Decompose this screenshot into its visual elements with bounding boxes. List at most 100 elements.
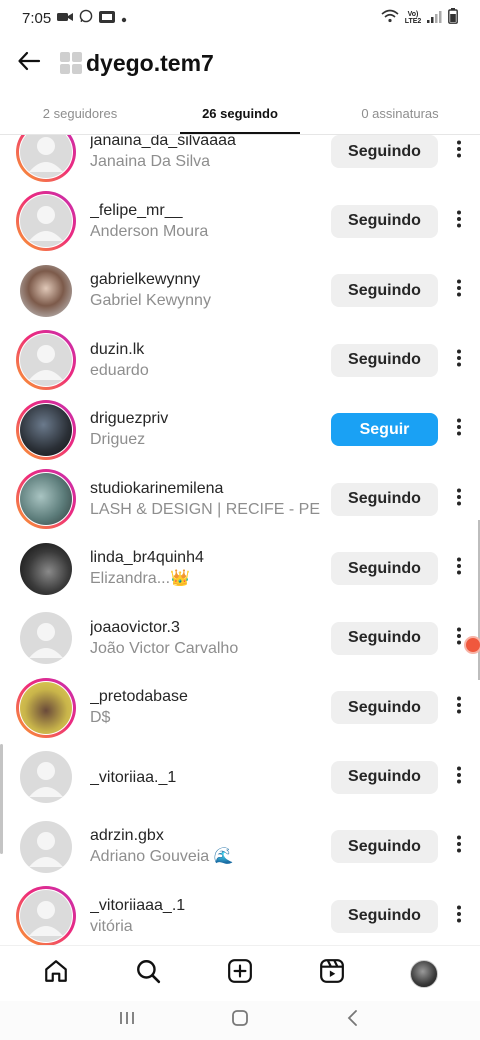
list-item[interactable]: _vitoriiaa._1 Seguindo (0, 743, 480, 813)
default-avatar-icon (20, 890, 72, 943)
list-item[interactable]: _vitoriiaaa_.1 vitória Seguindo (0, 882, 480, 945)
avatar-border (19, 819, 73, 874)
tab-following[interactable]: 26 seguindo (160, 92, 320, 134)
avatar-border (19, 402, 73, 457)
tab-subscriptions[interactable]: 0 assinaturas (320, 92, 480, 134)
following-button[interactable]: Seguindo (331, 621, 438, 655)
nav-home[interactable] (36, 954, 76, 994)
screen-recorder-dot[interactable] (464, 636, 480, 654)
list-item[interactable]: _felipe_mr__ Anderson Moura Seguindo (0, 187, 480, 257)
list-item[interactable]: joaaovictor.3 João Victor Carvalho Seguind… (0, 604, 480, 674)
avatar[interactable] (16, 469, 76, 530)
more-options-button[interactable] (448, 484, 470, 514)
list-item[interactable]: studiokarinemilena LASH & DESIGN | RECIFE… (0, 465, 480, 535)
full-name: Elizandra...👑 (90, 570, 190, 588)
avatar[interactable] (16, 747, 76, 807)
profile-avatar (410, 959, 438, 988)
more-vertical-icon (456, 209, 462, 234)
home-button[interactable] (231, 1009, 249, 1032)
recent-apps-button[interactable] (118, 1009, 136, 1032)
nav-reels[interactable] (312, 954, 352, 994)
full-name: Driguez (90, 431, 146, 449)
profile-header: dyego.tem7 (0, 36, 480, 90)
full-name: eduardo (90, 361, 149, 379)
full-name: vitória (90, 917, 133, 935)
more-vertical-icon (456, 834, 462, 859)
following-button[interactable]: Seguindo (331, 552, 438, 586)
avatar[interactable] (16, 817, 76, 877)
nav-create[interactable] (220, 954, 260, 994)
list-item[interactable]: _pretodabase D$ Seguindo (0, 673, 480, 743)
more-options-button[interactable] (448, 832, 470, 862)
following-button[interactable]: Seguindo (331, 691, 438, 725)
more-vertical-icon (456, 348, 462, 373)
avatar[interactable] (16, 330, 76, 391)
back-button[interactable] (14, 48, 44, 78)
avatar[interactable] (16, 886, 76, 945)
full-name: Anderson Moura (90, 222, 209, 240)
avatar[interactable] (16, 399, 76, 460)
nav-search[interactable] (128, 954, 168, 994)
search-icon (135, 958, 161, 989)
tab-followers[interactable]: 2 seguidores (0, 92, 160, 134)
avatar-border (19, 194, 73, 249)
avatar-photo (20, 473, 72, 526)
full-name: Janaina Da Silva (90, 153, 211, 171)
more-options-button[interactable] (448, 415, 470, 445)
list-item[interactable]: linda_br4quinh4 Elizandra...👑 Seguindo (0, 534, 480, 604)
following-button[interactable]: Seguindo (331, 899, 438, 933)
reels-icon (319, 958, 345, 989)
full-name: Gabriel Kewynny (90, 292, 211, 310)
following-button[interactable]: Seguindo (331, 343, 438, 377)
more-options-button[interactable] (448, 276, 470, 306)
following-list-content: janaina_da_silvaaaa Janaina Da Silva Segui… (0, 135, 480, 945)
more-options-button[interactable] (448, 137, 470, 167)
avatar[interactable] (16, 191, 76, 252)
avatar-border (19, 472, 73, 527)
more-options-button[interactable] (448, 901, 470, 931)
more-options-button[interactable] (448, 762, 470, 792)
battery-icon (448, 8, 458, 28)
more-options-button[interactable] (448, 693, 470, 723)
avatar-border (19, 889, 73, 944)
avatar-border (19, 750, 73, 805)
nav-profile[interactable] (404, 954, 444, 994)
avatar-border (19, 611, 73, 666)
list-item[interactable]: gabrielkewynny Gabriel Kewynny Seguindo (0, 256, 480, 326)
avatar[interactable] (16, 135, 76, 182)
avatar[interactable] (16, 261, 76, 321)
avatar-border (19, 333, 73, 388)
more-options-button[interactable] (448, 554, 470, 584)
following-button[interactable]: Seguindo (331, 135, 438, 169)
following-button[interactable]: Seguindo (331, 830, 438, 864)
avatar-border (19, 263, 73, 318)
whatsapp-icon (79, 9, 93, 27)
system-navigation (0, 1001, 480, 1040)
following-button[interactable]: Seguindo (331, 204, 438, 238)
list-item[interactable]: janaina_da_silvaaaa Janaina Da Silva Segui… (0, 135, 480, 187)
avatar[interactable] (16, 539, 76, 599)
following-button[interactable]: Seguindo (331, 760, 438, 794)
follow-tabs: 2 seguidores 26 seguindo 0 assinaturas (0, 92, 480, 134)
avatar[interactable] (16, 608, 76, 668)
avatar[interactable] (16, 677, 76, 738)
list-item[interactable]: duzin.lk eduardo Seguindo (0, 326, 480, 396)
following-list[interactable]: janaina_da_silvaaaa Janaina Da Silva Segui… (0, 135, 480, 945)
following-button[interactable]: Seguindo (331, 274, 438, 308)
avatar-photo (20, 681, 72, 734)
edge-panel-handle[interactable] (0, 744, 3, 854)
default-avatar-icon (20, 820, 72, 873)
more-vertical-icon (456, 417, 462, 442)
avatar-photo (20, 403, 72, 456)
follow-button[interactable]: Seguir (331, 413, 438, 447)
signal-icon (427, 10, 443, 27)
back-nav-button[interactable] (344, 1009, 362, 1032)
status-bar: 7:05 Vo) LTE2 (0, 0, 480, 36)
following-button[interactable]: Seguindo (331, 482, 438, 516)
more-vertical-icon (456, 904, 462, 929)
list-item[interactable]: driguezpriv Driguez Seguir (0, 395, 480, 465)
more-options-button[interactable] (448, 206, 470, 236)
dot-icon (121, 10, 127, 27)
more-options-button[interactable] (448, 345, 470, 375)
list-item[interactable]: adrzin.gbx Adriano Gouveia 🌊 Seguindo (0, 812, 480, 882)
